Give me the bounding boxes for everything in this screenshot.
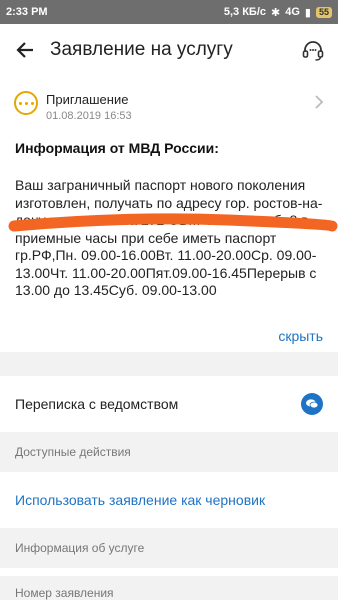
status-time: 2:33 PM (6, 6, 48, 18)
status-bar: 2:33 PM 5,3 КБ/с ✱ 4G ▮ 55 (0, 0, 338, 24)
status-indicators: 5,3 КБ/с ✱ 4G ▮ 55 (224, 6, 332, 19)
message-body: Ваш заграничный паспорт нового поколения… (15, 177, 323, 298)
chevron-right-icon (315, 95, 324, 109)
bluetooth-icon: ✱ (271, 6, 281, 19)
app-bar: Заявление на услугу (0, 24, 338, 76)
signal-icon: ▮ (304, 6, 311, 19)
message-heading: Информация от МВД России: (15, 140, 219, 156)
more-dots-icon (14, 91, 38, 115)
page-title: Заявление на услугу (50, 39, 233, 60)
hide-link[interactable]: скрыть (278, 328, 323, 344)
headset-icon (302, 41, 324, 61)
use-as-draft-button[interactable]: Использовать заявление как черновик (0, 472, 338, 528)
correspondence-label: Переписка с ведомством (15, 396, 179, 412)
support-button[interactable] (288, 24, 338, 76)
back-button[interactable] (0, 24, 50, 76)
signal-type: 4G (285, 6, 300, 18)
chat-icon (301, 393, 323, 415)
service-info-header: Информация об услуге (0, 528, 338, 568)
available-actions-header: Доступные действия (0, 432, 338, 472)
notification-title: Приглашение (46, 92, 129, 107)
notification-date: 01.08.2019 16:53 (46, 110, 132, 122)
network-speed: 5,3 КБ/с (223, 6, 267, 18)
battery-icon: 55 (315, 6, 332, 18)
application-number-label: Номер заявления (0, 576, 338, 600)
correspondence-row[interactable]: Переписка с ведомством (0, 376, 338, 432)
redaction-mark (8, 213, 338, 232)
section-divider (0, 352, 338, 376)
arrow-left-icon (16, 42, 33, 58)
notification-row[interactable]: Приглашение 01.08.2019 16:53 (0, 86, 338, 126)
